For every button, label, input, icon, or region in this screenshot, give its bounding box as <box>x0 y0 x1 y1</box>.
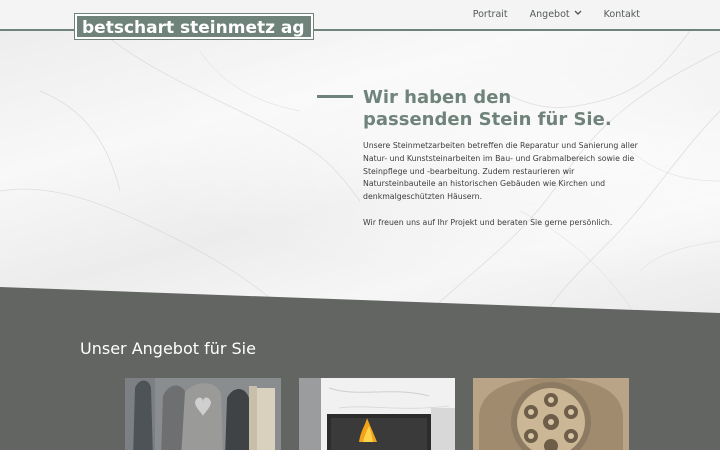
headline-line-1: Wir haben den <box>363 87 512 108</box>
site-header: betschart steinmetz ag Portrait Angebot … <box>0 0 720 40</box>
offer-image-gravestones <box>125 378 281 450</box>
headline-line-2: passenden Stein für Sie. <box>363 109 612 130</box>
nav-item-label: Angebot <box>529 9 570 20</box>
offer-card-cheminee[interactable] <box>299 378 455 450</box>
offer-card-restaurierung[interactable] <box>473 378 629 450</box>
offer-image-fireplace <box>299 378 455 450</box>
nav-item-label: Portrait <box>472 9 508 20</box>
offer-card-grabmal[interactable] <box>125 378 281 450</box>
chevron-down-icon <box>574 9 582 18</box>
logo[interactable]: betschart steinmetz ag <box>74 13 314 40</box>
main-nav: Portrait Angebot Kontakt <box>473 9 640 20</box>
hero-paragraph-2: Wir freuen uns auf Ihr Projekt und berat… <box>363 217 613 227</box>
offer-section-title: Unser Angebot für Sie <box>80 339 256 358</box>
hero-headline: Wir haben den passenden Stein für Sie. <box>363 87 663 131</box>
hero-paragraph-1: Unsere Steinmetzarbeiten betreffen die R… <box>363 141 638 202</box>
offer-image-rose-window <box>473 378 629 450</box>
nav-item-kontakt[interactable]: Kontakt <box>604 9 640 20</box>
nav-item-angebot[interactable]: Angebot <box>530 9 582 20</box>
nav-item-label: Kontakt <box>603 9 640 20</box>
headline-accent-line <box>317 95 353 98</box>
hero-body-text: Unsere Steinmetzarbeiten betreffen die R… <box>363 140 638 230</box>
nav-item-portrait[interactable]: Portrait <box>473 9 508 20</box>
